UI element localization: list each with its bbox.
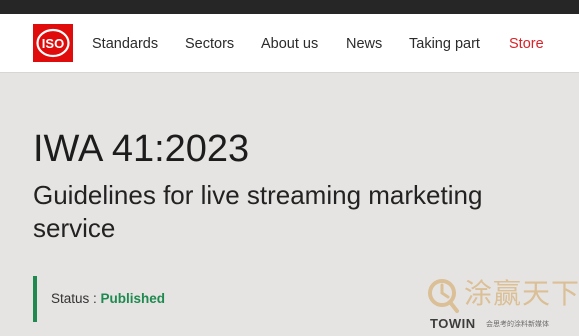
watermark-tagline: 会思考的涂料新媒体	[486, 321, 549, 328]
iso-logo-icon: ISO	[36, 28, 70, 58]
iso-logo[interactable]: ISO	[33, 24, 73, 62]
nav-about-us[interactable]: About us	[261, 35, 318, 53]
status-panel: Status : Published	[33, 276, 337, 322]
nav-sectors[interactable]: Sectors	[185, 35, 234, 53]
nav-news[interactable]: News	[346, 35, 382, 53]
status-value: Published	[100, 291, 166, 306]
status-line: Status : Published	[51, 291, 165, 307]
nav-standards[interactable]: Standards	[92, 35, 158, 53]
watermark-brand-en: TOWIN	[430, 316, 476, 331]
status-label: Status :	[51, 291, 101, 306]
site-header: ISO Standards Sectors About us News Taki…	[0, 14, 579, 72]
towin-watermark: 涂赢天下 TOWIN 会思考的涂料新媒体	[422, 272, 579, 334]
watermark-brand-cn: 涂赢天下	[464, 277, 579, 310]
top-strip	[0, 0, 579, 14]
towin-logo-icon	[428, 279, 459, 313]
nav-taking-part[interactable]: Taking part	[409, 35, 480, 53]
nav-store[interactable]: Store	[509, 35, 544, 53]
document-title: Guidelines for live streaming marketing …	[33, 180, 483, 243]
document-code: IWA 41:2023	[33, 128, 250, 170]
iso-logo-text: ISO	[42, 36, 64, 51]
